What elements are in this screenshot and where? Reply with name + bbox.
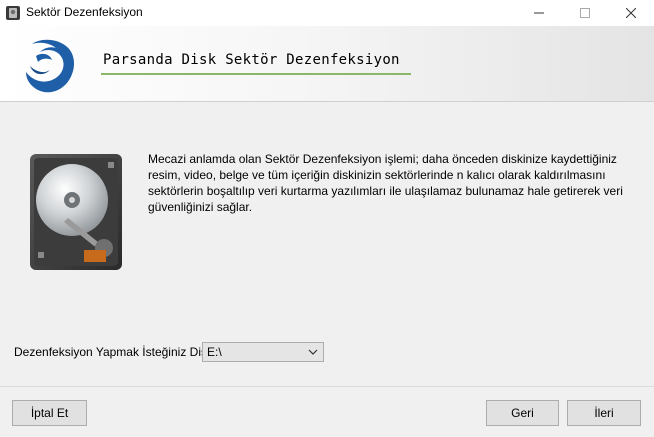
footer-divider <box>0 386 654 387</box>
title-bar: Sektör Dezenfeksiyon <box>0 0 654 26</box>
panther-logo-icon <box>26 39 74 93</box>
disk-select[interactable]: E:\ <box>202 342 324 362</box>
disk-select-value: E:\ <box>207 345 222 359</box>
window-title: Sektör Dezenfeksiyon <box>26 5 143 19</box>
app-icon <box>6 6 20 20</box>
cancel-button[interactable]: İptal Et <box>12 400 87 426</box>
chevron-down-icon <box>308 349 318 355</box>
close-icon <box>626 8 636 18</box>
description-text: Mecazi anlamda olan Sektör Dezenfeksiyon… <box>148 152 623 214</box>
disk-select-label: Dezenfeksiyon Yapmak İsteğiniz Disk <box>14 345 213 359</box>
close-button[interactable] <box>608 0 654 26</box>
header-underline <box>101 73 411 75</box>
maximize-icon <box>580 8 590 18</box>
header-banner: Parsanda Disk Sektör Dezenfeksiyon <box>0 26 654 102</box>
back-button[interactable]: Geri <box>486 400 559 426</box>
hard-disk-icon <box>30 154 122 270</box>
maximize-button[interactable] <box>562 0 608 26</box>
minimize-button[interactable] <box>516 0 562 26</box>
header-title: Parsanda Disk Sektör Dezenfeksiyon <box>103 52 400 68</box>
minimize-icon <box>534 12 544 14</box>
wizard-window: Sektör Dezenfeksiyon Parsanda Disk Sektö… <box>0 0 654 437</box>
next-button[interactable]: İleri <box>567 400 641 426</box>
